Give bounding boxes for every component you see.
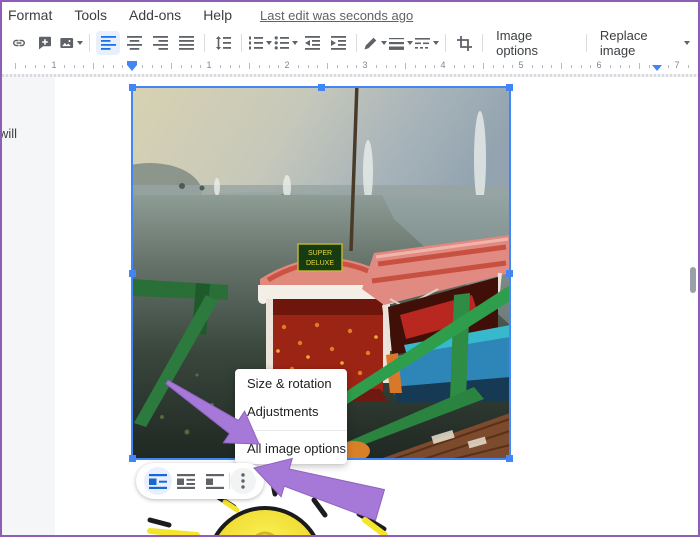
menu-help[interactable]: Help <box>203 7 232 23</box>
image-options-button[interactable]: Image options <box>488 28 581 58</box>
ruler[interactable]: 11234567 <box>2 58 698 74</box>
border-color-icon[interactable] <box>363 31 387 55</box>
resize-handle-bottom-right[interactable] <box>506 455 513 462</box>
toolbar: Image options Replace image <box>2 28 698 58</box>
justify-button[interactable] <box>174 31 198 55</box>
image-position-toolbar <box>136 463 264 499</box>
bulleted-list-caret <box>292 41 298 45</box>
add-comment-icon[interactable] <box>33 31 57 55</box>
border-dash-caret <box>433 41 439 45</box>
left-indent-marker[interactable] <box>127 61 137 71</box>
insert-image-caret <box>77 41 83 45</box>
right-indent-marker[interactable] <box>652 65 662 71</box>
menu-item-all-image-options[interactable]: All image options <box>235 435 347 463</box>
border-weight-caret <box>407 41 413 45</box>
in-line-button[interactable] <box>144 467 172 495</box>
replace-image-label: Replace image <box>600 28 681 58</box>
numbered-list-icon[interactable] <box>248 31 272 55</box>
resize-handle-top-left[interactable] <box>129 84 136 91</box>
decrease-indent-icon[interactable] <box>300 31 324 55</box>
menu-bar: Format Tools Add-ons Help Last edit was … <box>2 2 698 28</box>
menu-item-size-rotation[interactable]: Size & rotation <box>235 370 347 398</box>
increase-indent-icon[interactable] <box>326 31 350 55</box>
border-weight-icon[interactable] <box>389 31 413 55</box>
menu-add-ons[interactable]: Add-ons <box>129 7 181 23</box>
resize-handle-top-right[interactable] <box>506 84 513 91</box>
boat-sign-line1: SUPER <box>308 250 332 257</box>
bulleted-list-icon[interactable] <box>274 31 298 55</box>
image-context-menu: Size & rotation Adjustments All image op… <box>235 369 347 464</box>
menu-tools[interactable]: Tools <box>74 7 107 23</box>
boat-sign-line2: DELUXE <box>306 260 334 267</box>
resize-handle-middle-right[interactable] <box>506 270 513 277</box>
numbered-list-caret <box>266 41 272 45</box>
menu-separator <box>235 430 347 431</box>
vertical-scrollbar-thumb[interactable] <box>690 267 696 293</box>
align-right-button[interactable] <box>148 31 172 55</box>
border-dash-icon[interactable] <box>415 31 439 55</box>
replace-image-caret <box>684 41 690 45</box>
align-center-button[interactable] <box>122 31 146 55</box>
resize-handle-top-center[interactable] <box>318 84 325 91</box>
line-spacing-icon[interactable] <box>211 31 235 55</box>
menu-format[interactable]: Format <box>8 7 52 23</box>
menu-item-adjustments[interactable]: Adjustments <box>235 398 347 426</box>
insert-link-icon[interactable] <box>7 31 31 55</box>
last-edit-link[interactable]: Last edit was seconds ago <box>260 8 413 23</box>
resize-handle-middle-left[interactable] <box>129 270 136 277</box>
border-color-caret <box>381 41 387 45</box>
crop-icon[interactable] <box>452 31 476 55</box>
replace-image-button[interactable]: Replace image <box>592 28 698 58</box>
more-image-options-button[interactable] <box>230 468 256 494</box>
document-text-fragment[interactable]: will <box>0 126 17 141</box>
wrap-text-button[interactable] <box>172 467 200 495</box>
page-gutter: will <box>2 77 55 535</box>
insert-image-icon[interactable] <box>59 31 83 55</box>
break-text-button[interactable] <box>201 467 229 495</box>
google-docs-window: Format Tools Add-ons Help Last edit was … <box>0 0 700 537</box>
align-left-button[interactable] <box>96 31 120 55</box>
